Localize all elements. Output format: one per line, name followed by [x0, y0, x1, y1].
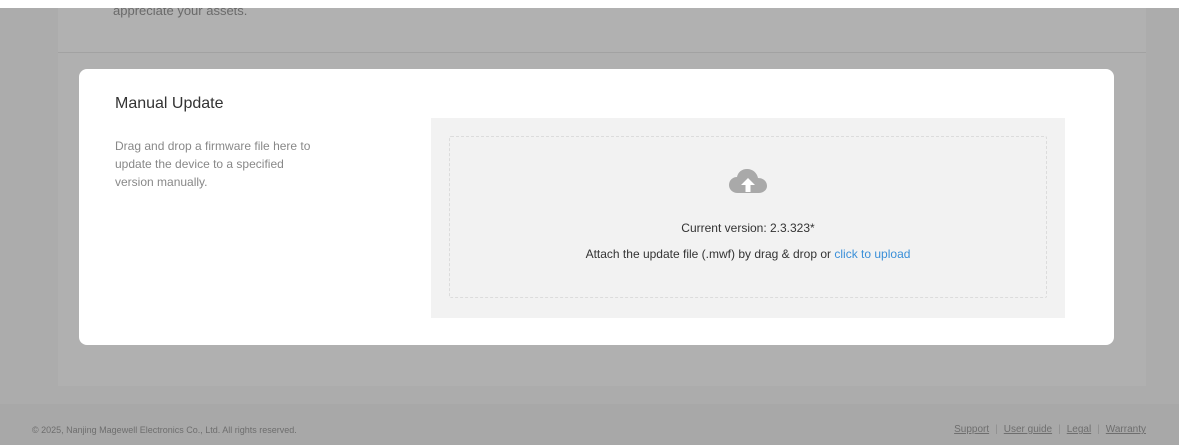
manual-update-card: Manual Update Drag and drop a firmware f…: [79, 69, 1114, 345]
dropzone-border[interactable]: Current version: 2.3.323* Attach the upd…: [449, 136, 1047, 298]
warranty-link[interactable]: Warranty: [1106, 424, 1146, 435]
link-separator: |: [1097, 424, 1100, 435]
previous-section-text: appreciate your assets.: [113, 8, 248, 18]
footer: © 2025, Nanjing Magewell Electronics Co.…: [0, 404, 1179, 445]
legal-link[interactable]: Legal: [1067, 424, 1091, 435]
section-title: Manual Update: [115, 95, 224, 112]
current-version-text: Current version: 2.3.323*: [681, 221, 815, 235]
support-link[interactable]: Support: [954, 424, 989, 435]
copyright-text: © 2025, Nanjing Magewell Electronics Co.…: [32, 425, 297, 435]
attach-instructions: Attach the update file (.mwf) by drag & …: [450, 247, 1046, 261]
link-separator: |: [1058, 424, 1061, 435]
link-separator: |: [995, 424, 998, 435]
firmware-dropzone[interactable]: Current version: 2.3.323* Attach the upd…: [431, 118, 1065, 318]
footer-links: Support | User guide | Legal | Warranty: [954, 424, 1146, 435]
cloud-upload-icon: [729, 169, 767, 193]
previous-section-card: appreciate your assets.: [58, 8, 1146, 53]
click-to-upload-link[interactable]: click to upload: [834, 247, 910, 261]
attach-text: Attach the update file (.mwf) by drag & …: [585, 247, 835, 261]
top-strip: [0, 0, 1179, 8]
user-guide-link[interactable]: User guide: [1004, 424, 1052, 435]
section-description: Drag and drop a firmware file here to up…: [115, 139, 311, 189]
